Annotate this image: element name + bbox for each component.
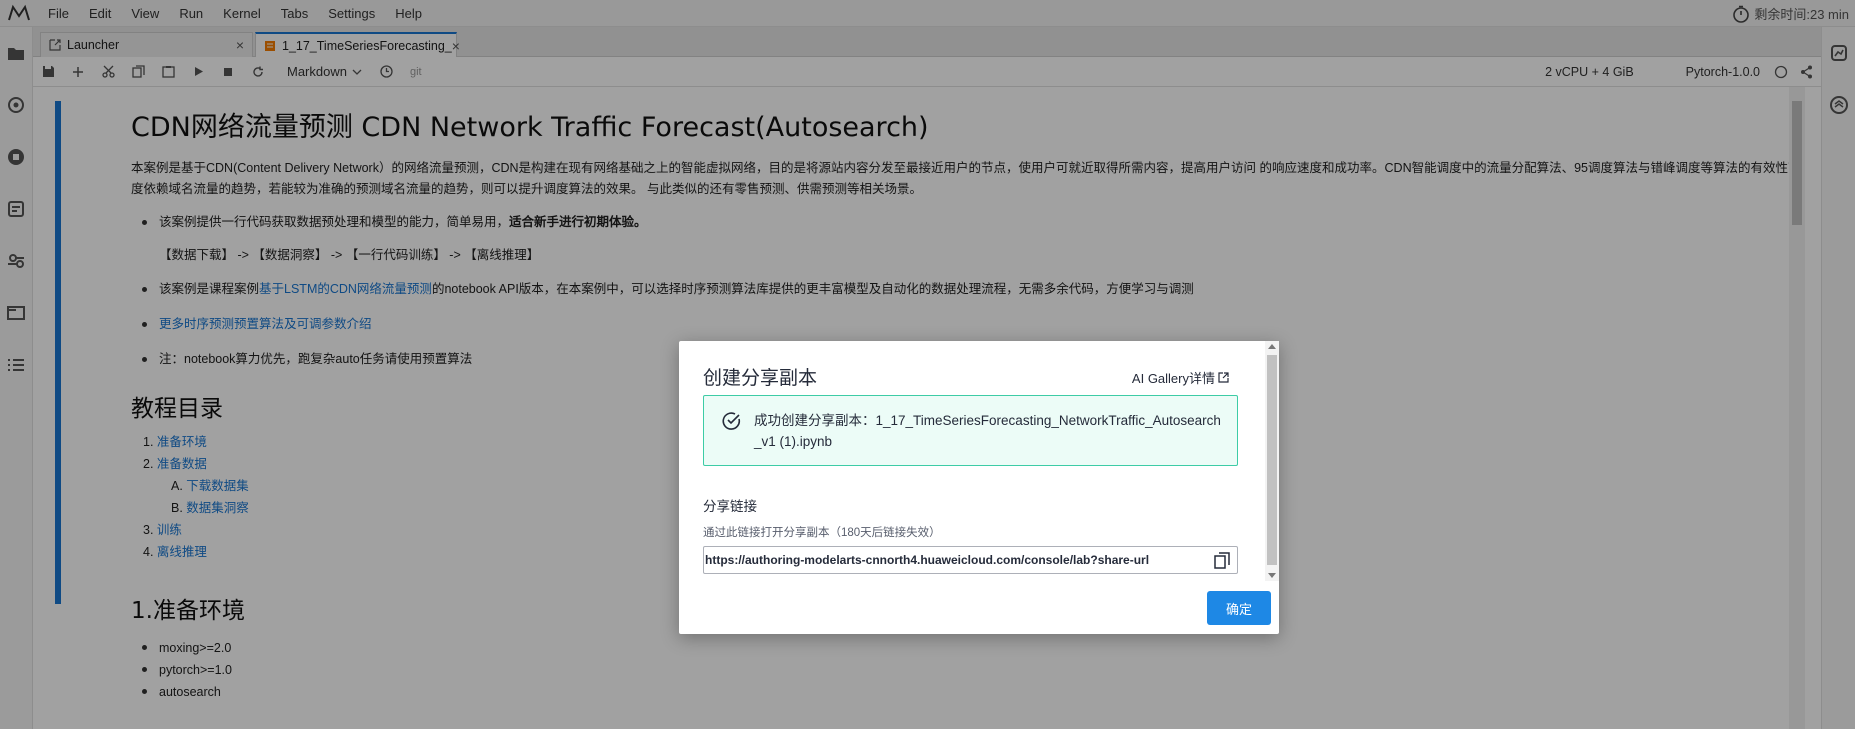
share-url-field[interactable]: https://authoring-modelarts-cnnorth4.hua… (703, 546, 1238, 574)
share-copy-dialog: 创建分享副本 AI Gallery详情 成功创建分享副本：1_17_TimeSe… (679, 341, 1279, 634)
dialog-title: 创建分享副本 (703, 368, 818, 389)
scroll-down-icon[interactable] (1268, 573, 1276, 578)
success-message: 成功创建分享副本：1_17_TimeSeriesForecasting_Netw… (754, 413, 1221, 449)
copy-icon (1214, 551, 1230, 569)
dialog-scrollbar[interactable] (1265, 341, 1279, 581)
share-url-value[interactable]: https://authoring-modelarts-cnnorth4.hua… (704, 553, 1207, 567)
external-link-icon (1218, 372, 1229, 383)
confirm-button[interactable]: 确定 (1207, 591, 1271, 625)
share-link-hint: 通过此链接打开分享副本（180天后链接失效） (703, 527, 941, 539)
copy-link-button[interactable] (1207, 551, 1237, 569)
check-circle-icon (722, 412, 741, 430)
scrollbar-thumb[interactable] (1267, 355, 1277, 565)
success-alert: 成功创建分享副本：1_17_TimeSeriesForecasting_Netw… (703, 395, 1238, 466)
share-link-label: 分享链接 (703, 499, 757, 514)
ai-gallery-link[interactable]: AI Gallery详情 (1132, 368, 1229, 387)
scroll-up-icon[interactable] (1268, 344, 1276, 349)
